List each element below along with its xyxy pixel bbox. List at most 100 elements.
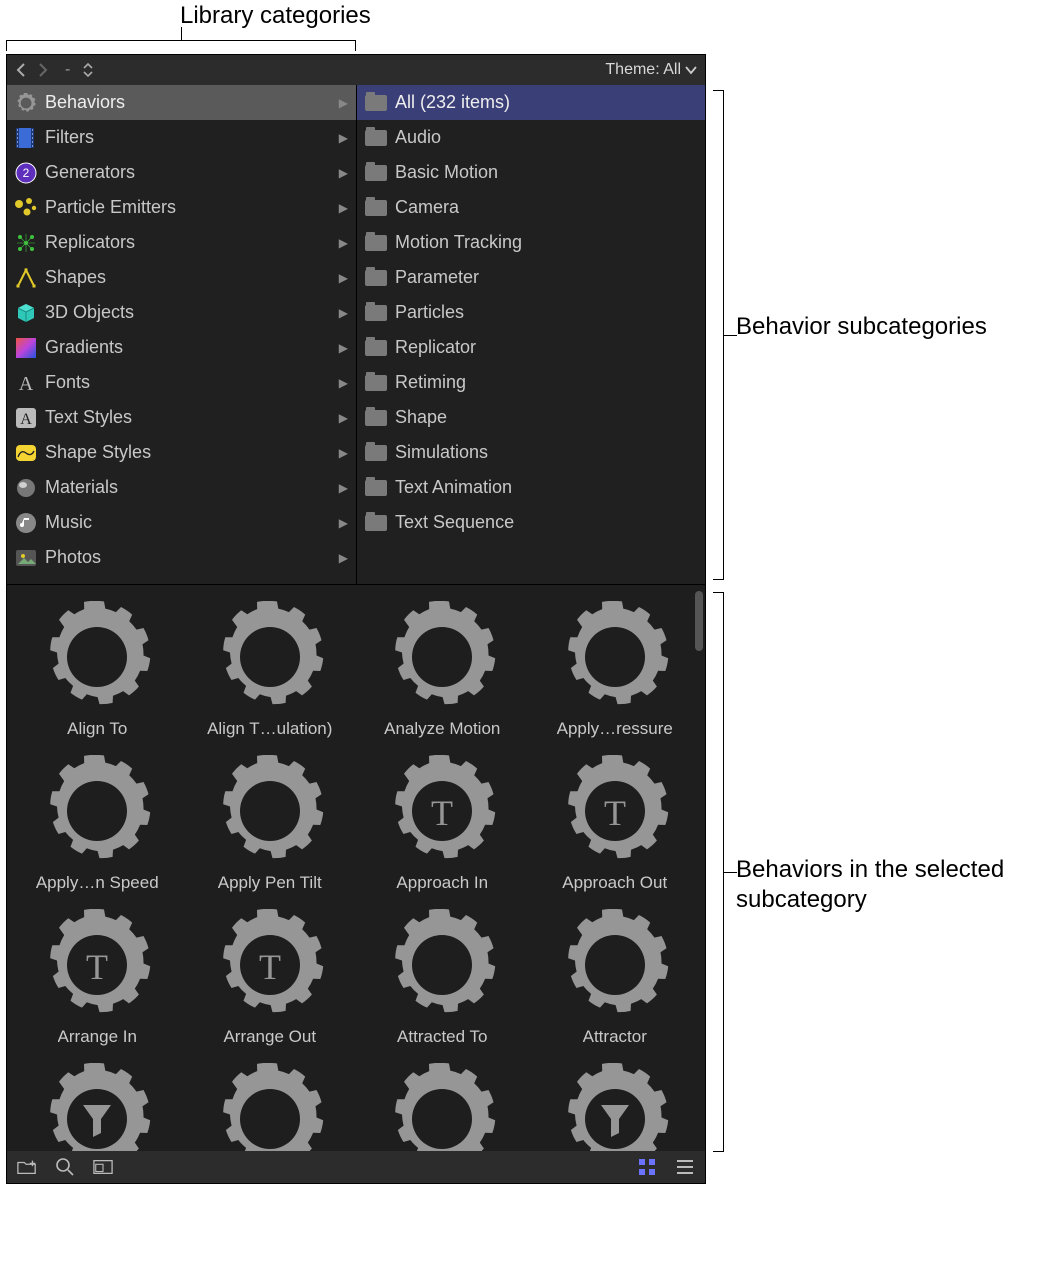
category-label: Photos <box>45 547 101 568</box>
window-mode-button[interactable] <box>93 1157 113 1177</box>
subcategory-row-basic-motion[interactable]: Basic Motion <box>357 155 705 190</box>
chevron-right-icon: ▶ <box>339 516 348 530</box>
bracket-right-upper <box>714 90 724 580</box>
behavior-item[interactable]: TApproach In <box>356 749 529 903</box>
category-row-filters[interactable]: Filters▶ <box>7 120 356 155</box>
theme-label: Theme: All <box>605 61 681 79</box>
bracket-top <box>6 40 356 50</box>
behavior-item[interactable]: TApproach Out <box>529 749 702 903</box>
folder-icon <box>363 335 389 361</box>
gear-funnel-icon <box>559 1063 671 1151</box>
category-label: Particle Emitters <box>45 197 176 218</box>
category-row-generators[interactable]: 2Generators▶ <box>7 155 356 190</box>
bracket-right-lower <box>714 592 724 1152</box>
subcategory-row-motion-tracking[interactable]: Motion Tracking <box>357 225 705 260</box>
category-row-music[interactable]: Music▶ <box>7 505 356 540</box>
behavior-item[interactable]: Analyze Motion <box>356 595 529 749</box>
subcategory-label: Shape <box>395 407 447 428</box>
shapestyle-icon <box>13 440 39 466</box>
chevron-right-icon: ▶ <box>339 376 348 390</box>
path-popup-stepper[interactable] <box>82 62 94 78</box>
behavior-label: Attractor <box>583 1027 647 1047</box>
chevron-right-icon: ▶ <box>339 446 348 460</box>
behavior-label: Analyze Motion <box>384 719 500 739</box>
behavior-item[interactable]: Apply Pen Tilt <box>184 749 357 903</box>
bottom-toolbar <box>7 1151 705 1183</box>
behavior-item[interactable] <box>529 1057 702 1151</box>
category-row-shapes[interactable]: Shapes▶ <box>7 260 356 295</box>
folder-icon <box>363 370 389 396</box>
behavior-label: Attracted To <box>397 1027 487 1047</box>
subcategory-row-text-sequence[interactable]: Text Sequence <box>357 505 705 540</box>
category-row-fonts[interactable]: AFonts▶ <box>7 365 356 400</box>
folder-icon <box>363 405 389 431</box>
chevron-right-icon: ▶ <box>339 341 348 355</box>
nav-back-button[interactable] <box>15 63 31 77</box>
subcategory-label: All (232 items) <box>395 92 510 113</box>
behavior-item[interactable]: TArrange Out <box>184 903 357 1057</box>
chevron-right-icon: ▶ <box>339 411 348 425</box>
gear-icon <box>386 1063 498 1151</box>
chevron-right-icon: ▶ <box>339 131 348 145</box>
clock2-icon: 2 <box>13 160 39 186</box>
subcategory-row-text-animation[interactable]: Text Animation <box>357 470 705 505</box>
behavior-item[interactable]: Align To <box>11 595 184 749</box>
folder-icon <box>363 230 389 256</box>
scrollbar-thumb[interactable] <box>695 591 703 651</box>
behavior-item[interactable]: TArrange In <box>11 903 184 1057</box>
theme-dropdown[interactable]: Theme: All <box>605 61 697 79</box>
category-row-gradients[interactable]: Gradients▶ <box>7 330 356 365</box>
behavior-item[interactable]: Align T…ulation) <box>184 595 357 749</box>
new-folder-button[interactable] <box>17 1157 37 1177</box>
list-view-button[interactable] <box>675 1157 695 1177</box>
subcategory-row-simulations[interactable]: Simulations <box>357 435 705 470</box>
subcategory-row-particles[interactable]: Particles <box>357 295 705 330</box>
behavior-item[interactable] <box>356 1057 529 1151</box>
behavior-item[interactable]: Attracted To <box>356 903 529 1057</box>
subcategory-label: Replicator <box>395 337 476 358</box>
subcategory-row-camera[interactable]: Camera <box>357 190 705 225</box>
subcategory-row-all-232-items-[interactable]: All (232 items) <box>357 85 705 120</box>
search-button[interactable] <box>55 1157 75 1177</box>
subcategory-label: Parameter <box>395 267 479 288</box>
category-row-3d-objects[interactable]: 3D Objects▶ <box>7 295 356 330</box>
category-label: Text Styles <box>45 407 132 428</box>
chevron-right-icon: ▶ <box>339 96 348 110</box>
behavior-item[interactable]: Apply…ressure <box>529 595 702 749</box>
folder-icon <box>363 90 389 116</box>
category-row-text-styles[interactable]: A Text Styles ▶ <box>7 400 356 435</box>
subcategory-row-audio[interactable]: Audio <box>357 120 705 155</box>
category-row-shape-styles[interactable]: Shape Styles▶ <box>7 435 356 470</box>
category-row-materials[interactable]: Materials▶ <box>7 470 356 505</box>
subcategory-row-shape[interactable]: Shape <box>357 400 705 435</box>
path-text: - <box>65 61 70 79</box>
annotation-behaviors-selected: Behaviors in the selected subcategory <box>736 855 1056 915</box>
behavior-item[interactable] <box>11 1057 184 1151</box>
chevron-right-icon: ▶ <box>339 306 348 320</box>
subcategory-row-retiming[interactable]: Retiming <box>357 365 705 400</box>
category-row-particle-emitters[interactable]: Particle Emitters▶ <box>7 190 356 225</box>
subcategory-row-parameter[interactable]: Parameter <box>357 260 705 295</box>
category-row-behaviors[interactable]: Behaviors▶ <box>7 85 356 120</box>
subcategory-column: All (232 items) AudioBasic MotionCameraMo… <box>357 85 705 584</box>
svg-text:T: T <box>604 793 626 833</box>
folder-icon <box>363 195 389 221</box>
subcategory-label: Text Sequence <box>395 512 514 533</box>
behavior-item[interactable] <box>184 1057 357 1151</box>
category-label: Replicators <box>45 232 135 253</box>
gradient-icon <box>13 335 39 361</box>
fontAbox-icon: A <box>13 405 39 431</box>
behavior-item[interactable]: Attractor <box>529 903 702 1057</box>
grid-view-button[interactable] <box>637 1157 657 1177</box>
folder-icon <box>363 440 389 466</box>
category-row-replicators[interactable]: Replicators▶ <box>7 225 356 260</box>
behavior-grid-area: Align ToAlign T…ulation) Analyze Motion Ap… <box>7 585 705 1151</box>
chevron-right-icon: ▶ <box>339 166 348 180</box>
photo-icon <box>13 545 39 571</box>
behavior-item[interactable]: Apply…n Speed <box>11 749 184 903</box>
category-row-photos[interactable]: Photos▶ <box>7 540 356 575</box>
svg-text:A: A <box>20 411 32 428</box>
subcategory-row-replicator[interactable]: Replicator <box>357 330 705 365</box>
nav-forward-button[interactable] <box>37 63 53 77</box>
gear-funnel-icon <box>41 1063 153 1151</box>
